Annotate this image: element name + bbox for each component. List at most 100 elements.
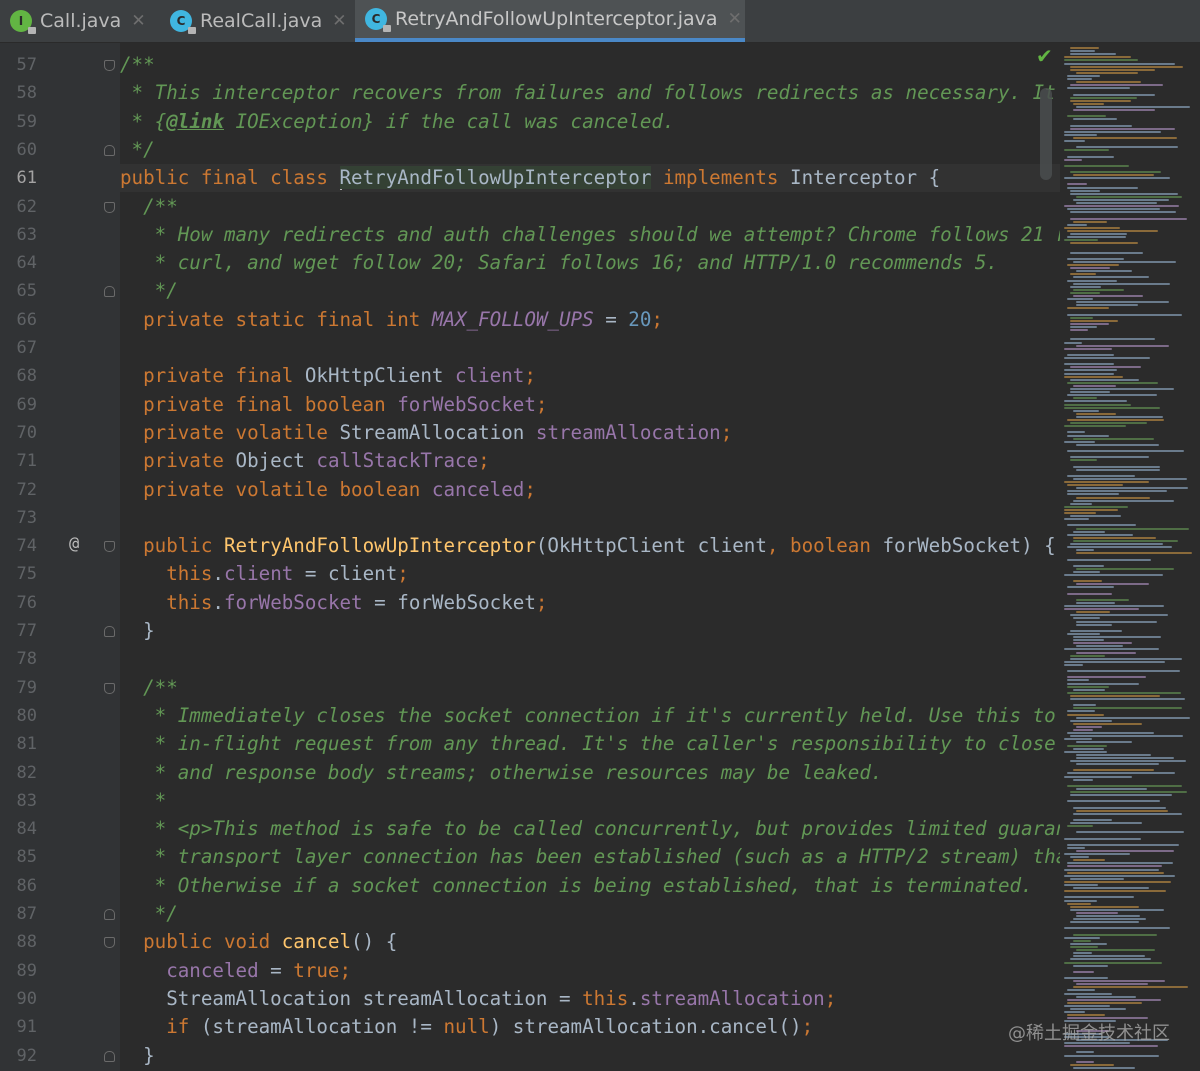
code-line[interactable]: /** [120,51,155,79]
line-number[interactable]: 70 [0,419,37,447]
line-number[interactable]: 68 [0,362,37,390]
code-line[interactable]: */ [120,900,178,928]
fold-marker-icon[interactable] [104,626,115,637]
code-line[interactable]: public RetryAndFollowUpInterceptor(OkHtt… [120,532,1056,560]
line-number-gutter[interactable]: 57 58 59 60 61 62 63 64 65 66 67 68 69 70 71 72 73 74 @75 7… [0,43,120,1071]
line-number[interactable]: 83 [0,787,37,815]
code-line[interactable]: * and response body streams; otherwise r… [120,759,883,787]
code-line[interactable]: * {@link IOException} if the call was ca… [120,108,675,136]
fold-marker-icon[interactable] [104,541,115,553]
fold-marker-icon[interactable] [104,201,115,213]
code-line[interactable]: private final boolean forWebSocket; [120,391,547,419]
minimap-line [1070,233,1127,235]
minimap-line [1064,149,1109,152]
close-icon[interactable]: ✕ [332,11,346,31]
code-line[interactable]: private volatile StreamAllocation stream… [120,419,732,447]
line-number[interactable]: 91 [0,1013,37,1041]
line-number[interactable]: 71 [0,447,37,475]
line-number[interactable]: 81 [0,730,37,758]
line-number[interactable]: 60 [0,136,37,164]
close-icon[interactable]: ✕ [728,9,742,29]
fold-marker-icon[interactable] [104,144,115,156]
code-line[interactable]: * Immediately closes the socket connecti… [120,702,1060,730]
code-line[interactable]: */ [120,136,155,164]
line-number[interactable]: 58 [0,79,37,107]
line-number[interactable]: 73 [0,504,37,532]
line-number[interactable]: 80 [0,702,37,730]
tab-retryandfollowupinterceptor-java[interactable]: C RetryAndFollowUpInterceptor.java ✕ [355,0,745,42]
line-number[interactable]: 87 [0,900,37,928]
line-number[interactable]: 62 [0,193,37,221]
line-number[interactable]: 61 [0,164,37,192]
code-token: ; [524,477,536,501]
line-number[interactable]: 65 [0,277,37,305]
code-line[interactable]: private final OkHttpClient client; [120,362,536,390]
code-line[interactable]: if (streamAllocation != null) streamAllo… [120,1013,813,1041]
line-number[interactable]: 92 [0,1042,37,1070]
code-line[interactable]: * curl, and wget follow 20; Safari follo… [120,249,998,277]
line-number[interactable]: 77 [0,617,37,645]
line-number[interactable]: 85 [0,843,37,871]
line-number[interactable]: 89 [0,957,37,985]
code-line[interactable]: private volatile boolean canceled; [120,476,536,504]
line-number[interactable]: 69 [0,391,37,419]
code-line[interactable]: this.client = client; [120,560,409,588]
code-line[interactable]: public final class RetryAndFollowUpInter… [120,164,1060,193]
code-line[interactable]: * How many redirects and auth challenges… [120,221,1060,249]
line-number[interactable]: 72 [0,476,37,504]
line-number[interactable]: 57 [0,51,37,79]
code-editor[interactable]: /** * This interceptor recovers from fai… [120,43,1060,1071]
code-line[interactable]: } [120,1042,155,1070]
line-number[interactable]: 76 [0,589,37,617]
fold-marker-icon[interactable] [104,286,115,298]
code-line[interactable]: StreamAllocation streamAllocation = this… [120,985,836,1013]
line-number[interactable]: 79 [0,674,37,702]
code-token: * transport layer connection has been es… [154,845,1060,869]
line-number[interactable]: 64 [0,249,37,277]
code-line[interactable]: private static final int MAX_FOLLOW_UPS … [120,306,663,334]
minimap-line [1067,710,1095,713]
code-line[interactable]: } [120,617,155,645]
code-line[interactable]: /** [120,193,178,221]
code-line[interactable]: public void cancel() { [120,928,397,956]
inspection-ok-check-icon[interactable]: ✔ [1036,44,1053,68]
code-line[interactable]: * This interceptor recovers from failure… [120,79,1060,107]
line-number[interactable]: 66 [0,306,37,334]
code-line[interactable]: * <p>This method is safe to be called co… [120,815,1060,843]
line-number[interactable]: 63 [0,221,37,249]
line-number[interactable]: 59 [0,108,37,136]
line-number[interactable]: 74 [0,532,37,560]
code-line[interactable]: canceled = true; [120,957,351,985]
line-number[interactable]: 78 [0,645,37,673]
line-number[interactable]: 82 [0,759,37,787]
line-number[interactable]: 67 [0,334,37,362]
line-number[interactable]: 84 [0,815,37,843]
fold-marker-icon[interactable] [104,937,115,949]
code-line[interactable]: * transport layer connection has been es… [120,843,1060,871]
vertical-scrollbar-thumb[interactable] [1040,88,1052,180]
minimap-line [1067,186,1138,189]
code-line[interactable]: private Object callStackTrace; [120,447,490,475]
code-line[interactable]: /** [120,674,178,702]
close-icon[interactable]: ✕ [131,11,145,31]
code-line[interactable]: * in-flight request from any thread. It'… [120,730,1060,758]
code-minimap[interactable] [1060,43,1200,1071]
tab-call-java[interactable]: I Call.java ✕ [0,0,160,42]
fold-marker-icon[interactable] [104,909,115,920]
tab-realcall-java[interactable]: C RealCall.java ✕ [160,0,355,42]
code-line[interactable]: * Otherwise if a socket connection is be… [120,872,1033,900]
overrides-annotation-icon[interactable]: @ [69,534,79,554]
fold-marker-icon[interactable] [104,60,115,71]
fold-marker-icon[interactable] [104,682,115,694]
code-line[interactable]: * [120,787,167,815]
line-number[interactable]: 75 [0,560,37,588]
line-number[interactable]: 88 [0,928,37,956]
code-token: this [582,986,629,1010]
line-number[interactable]: 86 [0,872,37,900]
code-line[interactable]: */ [120,277,178,305]
code-line[interactable]: this.forWebSocket = forWebSocket; [120,589,547,617]
code-token: ; [524,364,536,388]
minimap-line [1073,539,1178,542]
fold-marker-icon[interactable] [104,1050,115,1062]
line-number[interactable]: 90 [0,985,37,1013]
